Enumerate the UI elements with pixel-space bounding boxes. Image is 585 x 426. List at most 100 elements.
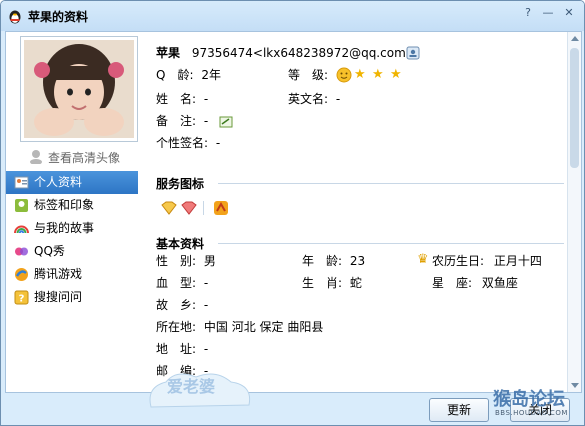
help-button[interactable]: ? — [518, 5, 538, 21]
basic-title: 基本资料 — [156, 237, 205, 251]
qage-value: 2年 — [201, 68, 221, 82]
avatar[interactable] — [24, 40, 134, 138]
close-window-button[interactable]: ✕ — [559, 5, 579, 21]
qage-row: Q 龄: 2年 — [156, 66, 221, 84]
level-label: 等 级: — [288, 68, 329, 82]
rainbow-icon — [14, 225, 29, 234]
remark-row: 备 注: - — [156, 112, 208, 130]
zodiac-row: 生 肖: 蛇 — [302, 274, 362, 292]
star-sign-label: 星 座: — [432, 276, 473, 290]
game-icon — [15, 268, 28, 281]
en-name-row: 英文名: - — [288, 90, 340, 108]
sidebar-item-qqshow[interactable]: QQ秀 — [6, 240, 138, 263]
blood-value: - — [203, 276, 209, 290]
location-value: 中国 河北 保定 曲阳县 — [203, 320, 324, 334]
signature-value: - — [215, 136, 221, 150]
nickname-row: 苹果 97356474<lkx648238972@qq.com> — [156, 44, 416, 62]
lunar-row: 农历生日: 正月十四 — [432, 252, 542, 270]
qq-penguin-icon — [9, 10, 21, 24]
sidebar-item-label: 个人资料 — [34, 175, 83, 189]
sidebar-item-soso[interactable]: ? 搜搜问问 — [6, 286, 138, 309]
name-row: 姓 名: - — [156, 90, 208, 108]
red-diamond-service-icon[interactable] — [180, 201, 198, 215]
view-hd-avatar-label: 查看高清头像 — [48, 151, 121, 165]
address-label: 地 址: — [156, 342, 197, 356]
remark-label: 备 注: — [156, 114, 197, 128]
contact-card-icon[interactable] — [406, 46, 420, 60]
qq-email[interactable]: 97356474<lkx648238972@qq.com> — [192, 46, 416, 60]
edit-remark-icon[interactable] — [219, 116, 233, 128]
level-row: 等 级: — [288, 66, 328, 84]
sidebar-item-profile[interactable]: 个人资料 — [6, 171, 138, 194]
location-row: 所在地: 中国 河北 保定 曲阳县 — [156, 318, 323, 336]
star-level-icon: ★ — [354, 67, 366, 82]
sidebar-item-tags[interactable]: 标签和印象 — [6, 194, 138, 217]
profile-window: 苹果的资料 ? — ✕ 查看高清头像 个人资料 标签和印象 与我的故事 QQ秀 … — [0, 0, 585, 426]
profile-main: 苹果 97356474<lkx648238972@qq.com> Q 龄: 2年… — [156, 32, 566, 392]
en-name-value: - — [335, 92, 341, 106]
services-title: 服务图标 — [156, 177, 205, 191]
hometown-label: 故 乡: — [156, 298, 197, 312]
hd-avatar-icon — [30, 150, 42, 164]
sidebar-item-label: QQ秀 — [34, 244, 65, 258]
game-service-icon[interactable] — [212, 199, 230, 217]
refresh-button[interactable]: 更新 — [429, 398, 489, 422]
sidebar-item-label: 搜搜问问 — [34, 290, 83, 304]
name-value: - — [203, 92, 209, 106]
scroll-up-icon[interactable] — [571, 36, 579, 41]
lunar-label: 农历生日: — [432, 254, 485, 268]
title-bar: 苹果的资料 ? — ✕ — [1, 1, 584, 31]
age-row: 年 龄: 23 — [302, 252, 365, 270]
sidebar-item-label: 标签和印象 — [34, 198, 95, 212]
minimize-button[interactable]: — — [538, 5, 558, 21]
nickname: 苹果 — [156, 46, 181, 60]
crown-icon: ♛ — [417, 252, 429, 267]
address-value: - — [203, 342, 209, 356]
gender-value: 男 — [203, 254, 216, 268]
sidebar: 个人资料 标签和印象 与我的故事 QQ秀 腾讯游戏 ? 搜搜问问 — [6, 171, 138, 309]
blood-row: 血 型: - — [156, 274, 208, 292]
watermark-text: 猴岛论坛 — [493, 389, 565, 410]
watermark-url: BBS.HOUDAO.COM — [495, 409, 568, 417]
age-label: 年 龄: — [302, 254, 343, 268]
section-divider — [218, 183, 564, 184]
name-label: 姓 名: — [156, 92, 197, 106]
profile-card-icon — [14, 176, 29, 189]
sidebar-item-label: 与我的故事 — [34, 221, 95, 235]
location-label: 所在地: — [156, 320, 197, 334]
forum-watermark: 猴岛论坛 BBS.HOUDAO.COM — [491, 385, 581, 421]
scrollbar[interactable] — [567, 32, 581, 392]
lunar-value: 正月十四 — [493, 254, 542, 268]
content-panel: 查看高清头像 个人资料 标签和印象 与我的故事 QQ秀 腾讯游戏 ? 搜搜问问 … — [5, 31, 582, 393]
age-value: 23 — [349, 254, 366, 268]
section-divider — [218, 243, 564, 244]
avatar-frame[interactable] — [20, 36, 138, 142]
svg-text:?: ? — [19, 294, 25, 305]
view-hd-avatar-link[interactable]: 查看高清头像 — [28, 149, 120, 166]
hometown-row: 故 乡: - — [156, 296, 208, 314]
scroll-thumb[interactable] — [570, 48, 579, 168]
question-icon: ? — [14, 290, 29, 305]
diamond-service-icon[interactable] — [160, 201, 178, 215]
en-name-label: 英文名: — [288, 92, 329, 106]
hometown-value: - — [203, 298, 209, 312]
star-sign-row: 星 座: 双鱼座 — [432, 274, 518, 292]
signature-row: 个性签名: - — [156, 134, 220, 152]
remark-value: - — [203, 114, 209, 128]
address-row: 地 址: - — [156, 340, 208, 358]
tag-icon — [15, 199, 28, 212]
window-title: 苹果的资料 — [28, 10, 89, 24]
star-sign-value: 双鱼座 — [481, 276, 518, 290]
sun-level-icon — [336, 67, 352, 83]
star-level-icon: ★ — [372, 67, 384, 82]
qqshow-icon — [15, 247, 28, 256]
gender-label: 性 别: — [156, 254, 197, 268]
qage-label: Q 龄: — [156, 68, 194, 82]
service-divider — [203, 201, 204, 215]
sidebar-item-label: 腾讯游戏 — [34, 267, 83, 281]
sidebar-item-story[interactable]: 与我的故事 — [6, 217, 138, 240]
signature-label: 个性签名: — [156, 136, 209, 150]
sidebar-item-games[interactable]: 腾讯游戏 — [6, 263, 138, 286]
gender-row: 性 别: 男 — [156, 252, 216, 270]
blood-label: 血 型: — [156, 276, 197, 290]
